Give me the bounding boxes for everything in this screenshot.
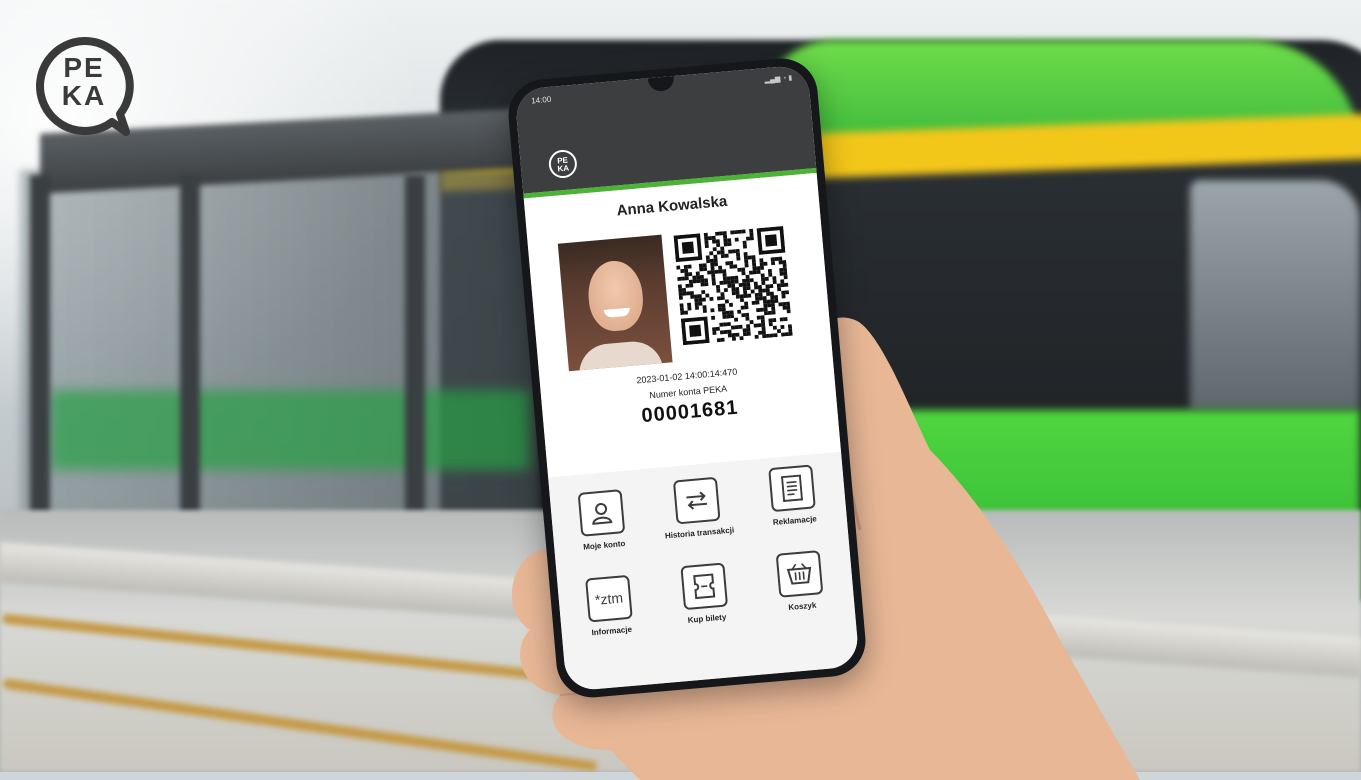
user-photo [557, 234, 673, 372]
menu-item-label: Koszyk [787, 600, 817, 613]
shelter-post [180, 175, 200, 555]
shelter-post [30, 175, 50, 555]
app-logo-icon[interactable]: PE KA [547, 148, 579, 180]
menu-item-label: Moje konto [582, 539, 626, 552]
menu-item-reklamacje[interactable]: Reklamacje [744, 462, 843, 550]
camera-notch [647, 76, 675, 93]
menu-item-historia-transakcji[interactable]: Historia transakcji [649, 475, 748, 563]
menu-item-label: Historia transakcji [664, 525, 735, 541]
shelter-post [405, 175, 425, 555]
basket-icon [775, 550, 824, 598]
logo-text: PE KA [61, 52, 107, 111]
shoulders [576, 339, 664, 372]
app-menu: Moje konto Historia transakcji Reklamacj… [548, 451, 860, 692]
tram-stop-panel [50, 390, 530, 470]
user-icon [577, 489, 626, 537]
document-icon [768, 464, 816, 513]
qr-code-icon [673, 226, 793, 346]
face [585, 258, 646, 334]
ticket-icon [680, 562, 729, 611]
menu-item-koszyk[interactable]: Koszyk [752, 548, 851, 636]
menu-item-label: Reklamacje [772, 514, 818, 528]
ztm-icon: *ztm [585, 574, 633, 623]
app-screen: 14:00 ▂▄▆ ◔ ▮ PE KA Anna Kowalska 2023-01… [514, 64, 860, 692]
peka-card: Anna Kowalska 2023-01-02 14:00:14:470 Nu… [523, 172, 842, 478]
menu-item-label: Kup bilety [687, 612, 727, 625]
phone: 14:00 ▂▄▆ ◔ ▮ PE KA Anna Kowalska 2023-01… [505, 55, 869, 701]
peka-logo: PE KA [34, 36, 134, 136]
menu-item-informacje[interactable]: *ztm Informacje [561, 573, 660, 661]
menu-item-moje-konto[interactable]: Moje konto [554, 487, 653, 575]
menu-item-kup-bilety[interactable]: Kup bilety [656, 560, 755, 648]
status-icons: ▂▄▆ ◔ ▮ [764, 74, 793, 85]
tram-window [1190, 180, 1360, 410]
menu-item-label: Informacje [591, 624, 633, 638]
transfer-arrows-icon [672, 476, 721, 525]
status-time: 14:00 [530, 94, 552, 106]
